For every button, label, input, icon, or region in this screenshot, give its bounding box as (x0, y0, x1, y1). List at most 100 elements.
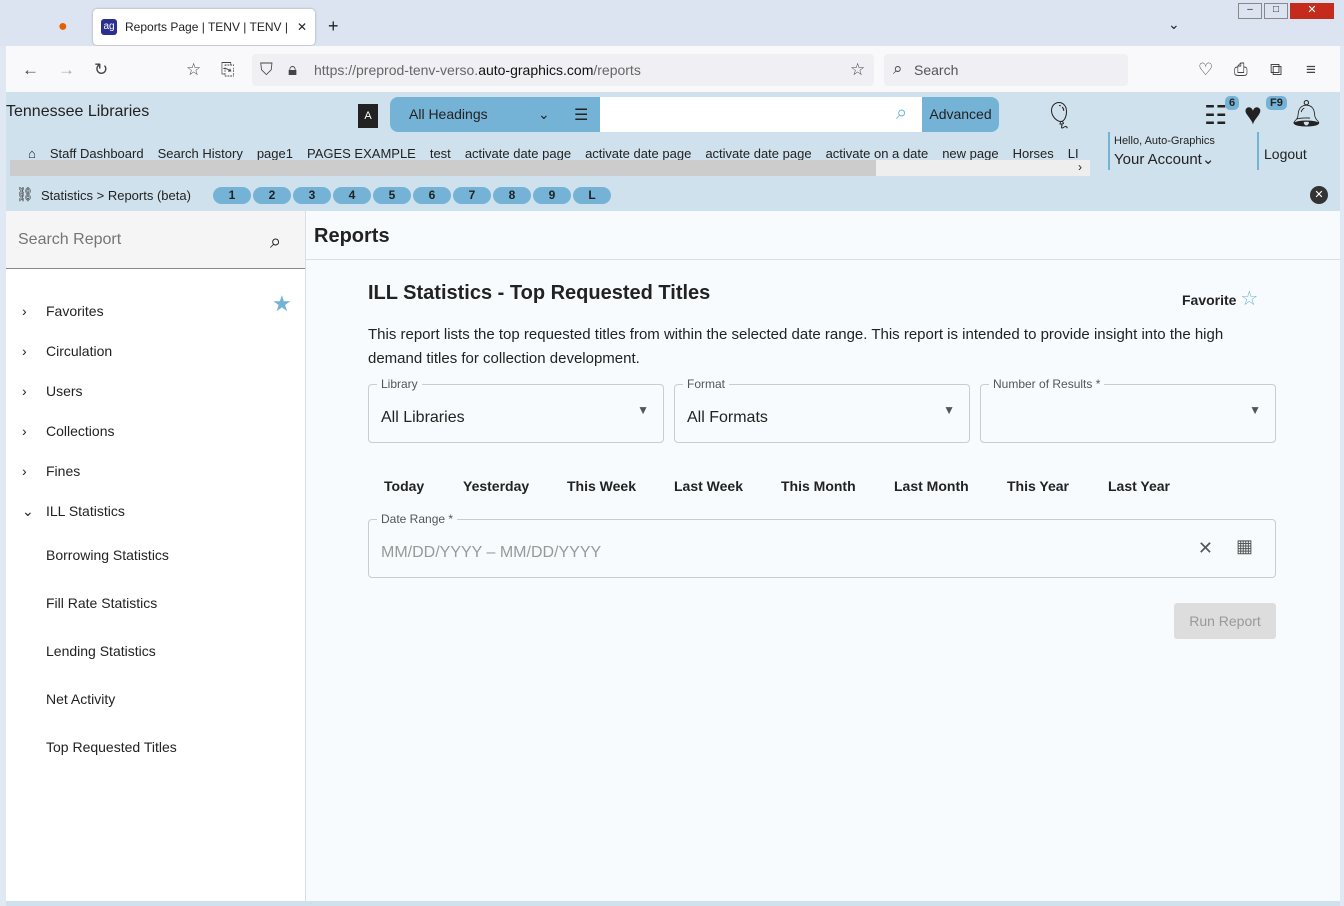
chevron-right-icon[interactable]: › (22, 383, 27, 399)
print-icon[interactable]: ⎙ (1234, 60, 1248, 80)
clear-icon[interactable]: ✕ (1198, 538, 1213, 559)
chevron-down-icon[interactable]: ⌄ (22, 503, 34, 520)
balloon-icon[interactable]: 🎈︎ (1043, 100, 1076, 131)
library-select[interactable]: Library All Libraries ▼ (368, 377, 664, 443)
sidebar-subitem[interactable]: Fill Rate Statistics (46, 595, 157, 611)
advanced-button[interactable]: Advanced (922, 97, 999, 132)
bookmark-page-icon[interactable]: ☆ (186, 60, 201, 80)
calendar-icon[interactable]: ▦ (1236, 536, 1253, 557)
link[interactable]: new page (942, 146, 998, 161)
chevron-right-icon[interactable]: › (22, 343, 27, 359)
link[interactable]: activate date page (585, 146, 691, 161)
list-icon[interactable]: ☷ (1204, 100, 1227, 131)
date-last-year-button[interactable]: Last Year (1108, 478, 1170, 494)
sidebar: ⌕ › Favorites ★ › Circulation › Users › Coll… (6, 211, 306, 901)
page-pill[interactable]: 8 (493, 187, 531, 204)
heading-select[interactable]: All Headings ⌄ (390, 97, 600, 132)
favorite-button[interactable]: Favorite ☆ (1182, 286, 1258, 311)
search-icon[interactable]: ⌕ (270, 231, 281, 254)
sidebar-subitem[interactable]: Top Requested Titles (46, 739, 177, 755)
maximize-icon[interactable]: □ (1264, 3, 1288, 19)
database-icon[interactable]: ☰ (574, 105, 588, 125)
site-title: Tennessee Libraries (6, 103, 150, 120)
sidebar-subitem[interactable]: Net Activity (46, 691, 115, 707)
sidebar-item-collections[interactable]: Collections (46, 423, 114, 439)
greeting: Hello, Auto-Graphics (1114, 135, 1215, 147)
close-tab-icon[interactable]: ✕ (297, 20, 307, 34)
star-icon[interactable]: ☆ (850, 60, 865, 80)
page-pill[interactable]: 9 (533, 187, 571, 204)
chevron-right-icon[interactable]: › (22, 423, 27, 439)
link[interactable]: activate date page (705, 146, 811, 161)
format-select[interactable]: Format All Formats ▼ (674, 377, 970, 443)
link[interactable]: page1 (257, 146, 293, 161)
pocket-icon[interactable]: ♡ (1198, 60, 1213, 80)
link[interactable]: Staff Dashboard (50, 146, 144, 161)
back-icon[interactable]: ← (22, 60, 39, 80)
link[interactable]: Search History (158, 146, 243, 161)
page-pill[interactable]: 7 (453, 187, 491, 204)
sidebar-item-ill-statistics[interactable]: ILL Statistics (46, 503, 125, 519)
close-window-icon[interactable]: ✕ (1290, 3, 1334, 19)
link[interactable]: Horses (1013, 146, 1054, 161)
run-report-button[interactable]: Run Report (1174, 603, 1276, 639)
date-this-month-button[interactable]: This Month (781, 478, 856, 494)
date-last-month-button[interactable]: Last Month (894, 478, 969, 494)
star-outline-icon[interactable]: ☆ (1240, 288, 1258, 310)
logout-link[interactable]: Logout (1264, 146, 1307, 162)
extensions-icon[interactable]: ⧉ (1270, 60, 1282, 80)
share-icon[interactable]: ⎘ (221, 60, 235, 80)
close-icon[interactable]: ✕ (1310, 186, 1328, 204)
bell-icon[interactable]: 🔔︎ (1290, 98, 1323, 129)
page-pill[interactable]: 5 (373, 187, 411, 204)
browser-search[interactable]: Search (884, 54, 1128, 86)
sidebar-subitem[interactable]: Borrowing Statistics (46, 547, 169, 563)
link[interactable]: LI (1068, 146, 1079, 161)
account-menu[interactable]: Your Account⌄ (1114, 150, 1214, 168)
search-report-input[interactable] (6, 211, 305, 269)
minimize-icon[interactable]: – (1238, 3, 1262, 19)
page-pill[interactable]: 1 (213, 187, 251, 204)
date-yesterday-button[interactable]: Yesterday (463, 478, 529, 494)
shield-icon[interactable]: ⛉ (260, 60, 273, 80)
scroll-thumb[interactable] (10, 160, 876, 176)
sidebar-item-circulation[interactable]: Circulation (46, 343, 112, 359)
forward-icon[interactable]: → (58, 60, 75, 80)
divider (1108, 132, 1110, 170)
scroll-right-icon[interactable]: › (1078, 160, 1082, 174)
reload-icon[interactable]: ↻ (94, 60, 108, 80)
date-this-week-button[interactable]: This Week (567, 478, 636, 494)
chevron-right-icon[interactable]: › (22, 303, 27, 319)
tab-list-icon[interactable]: ⌄ (1168, 16, 1180, 33)
report-description: This report lists the top requested titl… (368, 326, 1224, 367)
sidebar-item-favorites[interactable]: Favorites (46, 303, 104, 319)
menu-icon[interactable]: ≡ (1306, 60, 1316, 80)
page-pill[interactable]: 3 (293, 187, 331, 204)
browser-tab[interactable]: ag Reports Page | TENV | TENV | Au ✕ (93, 9, 315, 45)
search-icon[interactable]: ⌕ (896, 102, 907, 125)
new-tab-icon[interactable]: + (328, 16, 339, 37)
heart-icon[interactable]: ♥ (1244, 98, 1262, 132)
link[interactable]: test (430, 146, 451, 161)
home-icon[interactable]: ⌂ (28, 146, 36, 161)
sidebar-item-fines[interactable]: Fines (46, 463, 80, 479)
page-pill[interactable]: L (573, 187, 611, 204)
page-pill[interactable]: 4 (333, 187, 371, 204)
page-pill[interactable]: 6 (413, 187, 451, 204)
date-last-week-button[interactable]: Last Week (674, 478, 743, 494)
link[interactable]: activate date page (465, 146, 571, 161)
catalog-search-input[interactable] (600, 97, 922, 132)
date-this-year-button[interactable]: This Year (1007, 478, 1069, 494)
url-bar[interactable]: https://preprod-tenv-verso.auto-graphics… (252, 54, 874, 86)
language-icon[interactable]: A (358, 104, 378, 128)
date-range-input[interactable]: Date Range * MM/DD/YYYY – MM/DD/YYYY ✕ ▦ (368, 512, 1276, 578)
page-pill[interactable]: 2 (253, 187, 291, 204)
chevron-right-icon[interactable]: › (22, 463, 27, 479)
link[interactable]: activate on a date (826, 146, 929, 161)
sidebar-item-users[interactable]: Users (46, 383, 83, 399)
sidebar-subitem[interactable]: Lending Statistics (46, 643, 156, 659)
link[interactable]: PAGES EXAMPLE (307, 146, 416, 161)
results-select[interactable]: Number of Results * ▼ (980, 377, 1276, 443)
date-today-button[interactable]: Today (384, 478, 424, 494)
divider (1257, 132, 1259, 170)
